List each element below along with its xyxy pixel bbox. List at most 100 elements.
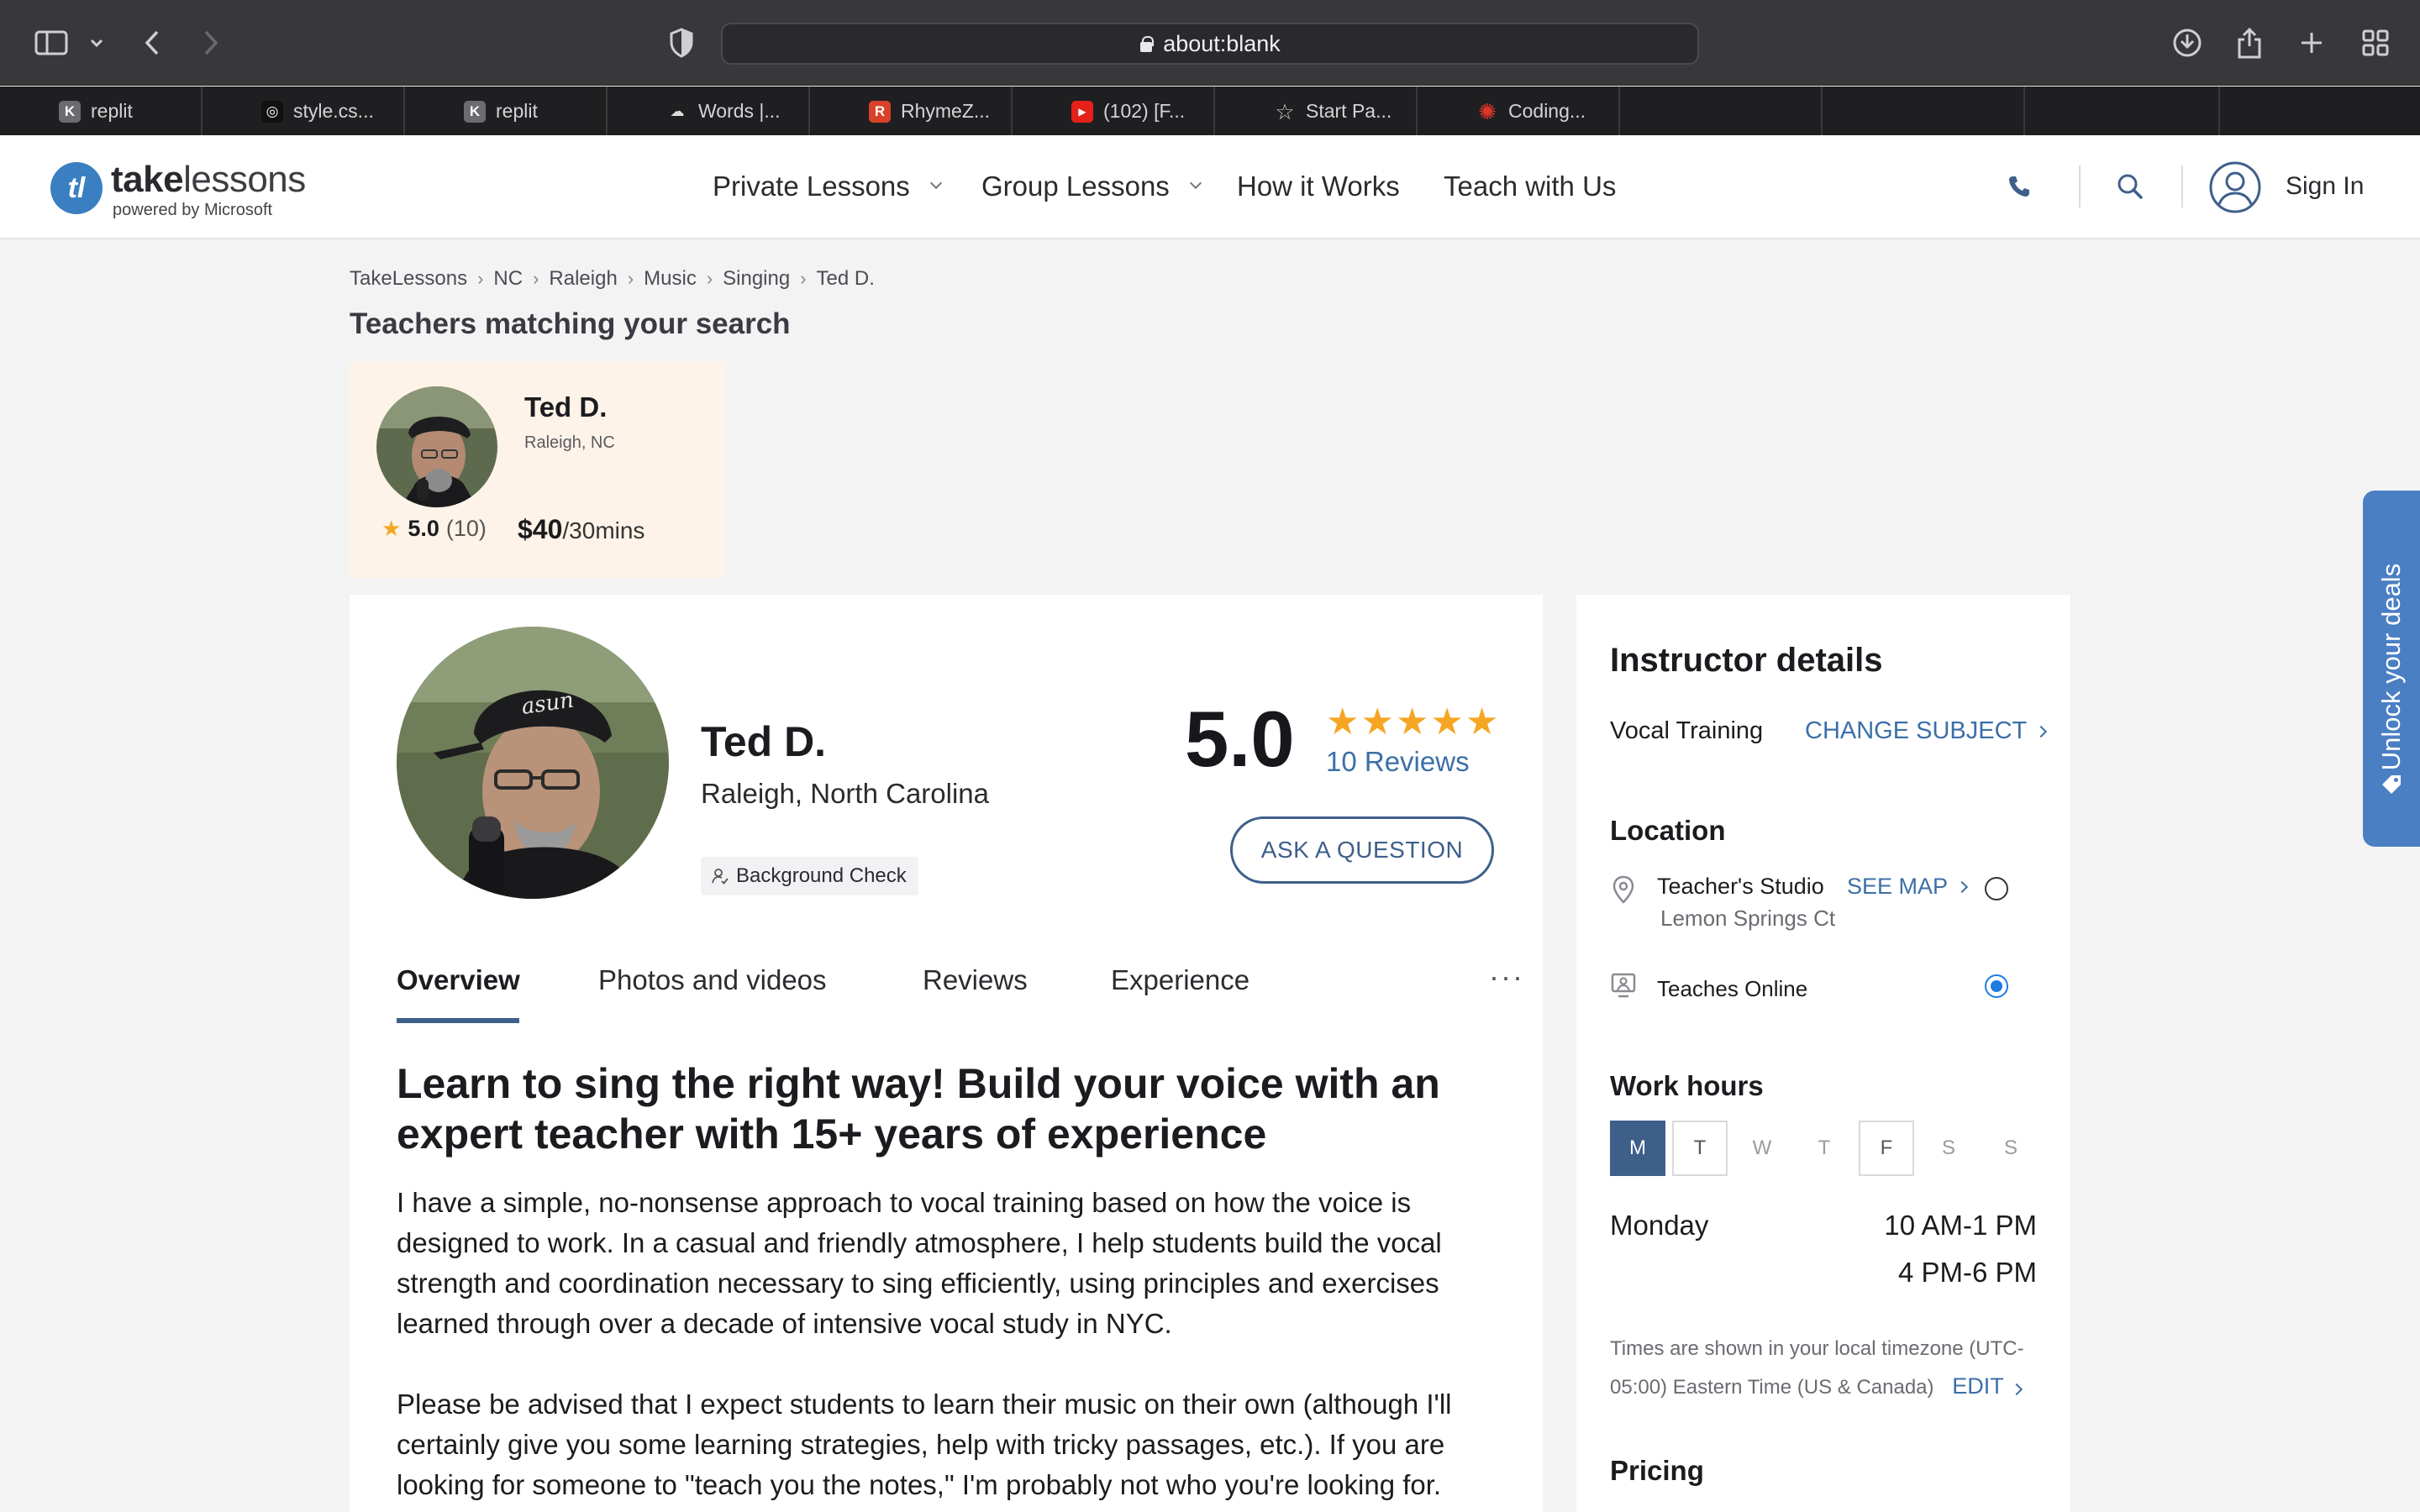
forward-icon[interactable] — [190, 22, 232, 64]
empty-tab[interactable] — [1823, 87, 2025, 135]
new-tab-icon[interactable] — [2291, 22, 2333, 64]
tab-experience[interactable]: Experience — [1111, 964, 1249, 996]
day-sunday: S — [2003, 1137, 2018, 1159]
teacher-result-card[interactable]: Ted D. Raleigh, NC ★ 5.0 (10) $40/30mins — [350, 361, 726, 578]
tab-label: RhymeZ... — [901, 99, 991, 122]
tab-photos-videos[interactable]: Photos and videos — [598, 964, 827, 996]
back-icon[interactable] — [131, 22, 173, 64]
coding-favicon-icon: ✺ — [1478, 98, 1497, 124]
browser-toolbar: about:blank — [0, 0, 2420, 86]
address-bar[interactable]: about:blank — [721, 23, 1699, 65]
style-favicon-icon: ◎ — [261, 101, 283, 123]
sign-in-link[interactable]: Sign In — [2286, 135, 2364, 238]
timezone-note: Times are shown in your local timezone (… — [1610, 1337, 2024, 1399]
chevron-down-icon — [929, 176, 942, 190]
details-title: Instructor details — [1610, 642, 1883, 679]
day-friday[interactable]: F — [1859, 1121, 1914, 1176]
sidebar-toggle-icon[interactable] — [30, 22, 72, 64]
results-title: Teachers matching your search — [350, 307, 791, 340]
tab-label: Start Pa... — [1306, 99, 1392, 122]
change-subject-link[interactable]: CHANGE SUBJECT — [1805, 717, 2048, 745]
logo-mark-icon: tl — [50, 162, 103, 214]
day-tuesday[interactable]: T — [1672, 1121, 1728, 1176]
day-monday[interactable]: M — [1610, 1121, 1665, 1176]
chevron-right-icon: › — [627, 268, 634, 289]
breadcrumb-singing[interactable]: Singing — [723, 267, 790, 291]
nav-group-lessons[interactable]: Group Lessons — [981, 135, 1202, 238]
pricing-heading: Pricing — [1610, 1455, 1704, 1486]
chevron-right-icon: › — [533, 268, 539, 289]
browser-tab[interactable]: ▶ (102) [F... — [1013, 87, 1215, 135]
nav-how-it-works[interactable]: How it Works — [1237, 135, 1400, 238]
edit-timezone-link[interactable]: EDIT — [1939, 1373, 2023, 1399]
breadcrumb-current: Ted D. — [816, 267, 875, 290]
user-check-icon — [712, 869, 729, 885]
teacher-name[interactable]: Ted D. — [524, 391, 607, 423]
user-account-icon[interactable] — [2208, 160, 2262, 214]
logo-subtitle: powered by Microsoft — [113, 201, 273, 219]
studio-label: Teacher's Studio — [1657, 874, 1824, 899]
tab-overview[interactable]: Overview — [397, 964, 520, 996]
empty-tab[interactable] — [2025, 87, 2220, 135]
words-favicon-icon: ☁ — [670, 103, 685, 119]
chevron-right-icon — [2010, 1383, 2023, 1396]
rating-stars: ★ ★ ★ ★ ★ — [1326, 704, 1500, 741]
tab-reviews[interactable]: Reviews — [923, 964, 1028, 996]
tab-overview-icon[interactable] — [2354, 22, 2396, 64]
breadcrumb-music[interactable]: Music — [644, 267, 697, 291]
day-thursday: T — [1818, 1137, 1831, 1159]
star-icon: ★ — [1465, 701, 1499, 743]
star-icon: ★ — [1395, 701, 1429, 743]
phone-icon[interactable] — [1998, 165, 2040, 207]
see-map-link[interactable]: SEE MAP — [1847, 874, 1969, 900]
location-option-online[interactable]: Teaches Online — [1610, 968, 2037, 1010]
nav-teach-with-us[interactable]: Teach with Us — [1444, 135, 1616, 238]
search-icon[interactable] — [2109, 165, 2151, 207]
ask-question-button[interactable]: ASK A QUESTION — [1230, 816, 1494, 884]
profile-tabs: Overview Photos and videos Reviews Exper… — [397, 959, 1523, 1023]
empty-tab[interactable] — [1620, 87, 1823, 135]
online-radio[interactable] — [1985, 974, 2008, 998]
share-icon[interactable] — [2228, 22, 2270, 64]
day-wednesday: W — [1752, 1137, 1772, 1159]
teacher-name-heading: Ted D. — [701, 718, 827, 765]
profile-photo[interactable]: asun — [397, 627, 669, 899]
studio-radio[interactable] — [1985, 877, 2008, 900]
studio-address: Lemon Springs Ct — [1660, 906, 1836, 931]
browser-tab[interactable]: ☁ Words |... — [608, 87, 810, 135]
chevron-down-icon — [1189, 176, 1202, 190]
browser-tab[interactable]: ☆ Start Pa... — [1215, 87, 1418, 135]
tab-label: style.cs... — [293, 99, 374, 122]
location-heading: Location — [1610, 815, 1726, 846]
overview-paragraph: I have a simple, no-nonsense approach to… — [397, 1187, 1442, 1339]
privacy-shield-icon[interactable] — [660, 22, 702, 64]
work-hours-heading: Work hours — [1610, 1070, 1764, 1101]
rating-score: 5.0 — [1185, 695, 1295, 783]
chevron-right-icon: › — [800, 268, 807, 289]
download-icon[interactable] — [2166, 22, 2208, 64]
breadcrumb-raleigh[interactable]: Raleigh — [549, 267, 617, 291]
reviews-link[interactable]: 10 Reviews — [1326, 746, 1470, 778]
browser-tab[interactable]: K replit — [405, 87, 608, 135]
browser-tab[interactable]: R RhymeZ... — [810, 87, 1013, 135]
online-lesson-icon — [1611, 973, 1636, 998]
subject-label: Vocal Training — [1610, 717, 1764, 744]
profile-card: asun Ted D. Raleigh, North Carolina Back… — [350, 595, 1543, 1512]
weekday-selector: M T W T F S S — [1610, 1121, 2045, 1176]
unlock-deals-tab[interactable]: Unlock your deals — [2363, 491, 2420, 847]
browser-tab[interactable]: K replit — [0, 87, 203, 135]
star-icon: ★ — [1430, 701, 1464, 743]
browser-tab[interactable]: ◎ style.cs... — [203, 87, 405, 135]
breadcrumb-takelessons[interactable]: TakeLessons — [350, 267, 467, 291]
breadcrumb-nc[interactable]: NC — [493, 267, 523, 291]
nav-private-lessons[interactable]: Private Lessons — [713, 135, 942, 238]
chevron-down-icon[interactable] — [76, 22, 118, 64]
more-options-icon[interactable]: ··· — [1489, 959, 1524, 995]
replit-favicon-icon: K — [464, 101, 486, 123]
location-option-studio[interactable]: Teacher's Studio Lemon Springs Ct SEE MA… — [1610, 872, 2037, 939]
chevron-right-icon — [1955, 880, 1969, 893]
browser-tab[interactable]: ✺ Coding... — [1418, 87, 1620, 135]
active-tab-indicator — [397, 1018, 519, 1023]
overview-paragraph: Please be advised that I expect students… — [397, 1389, 1452, 1500]
tab-label: replit — [496, 99, 538, 122]
